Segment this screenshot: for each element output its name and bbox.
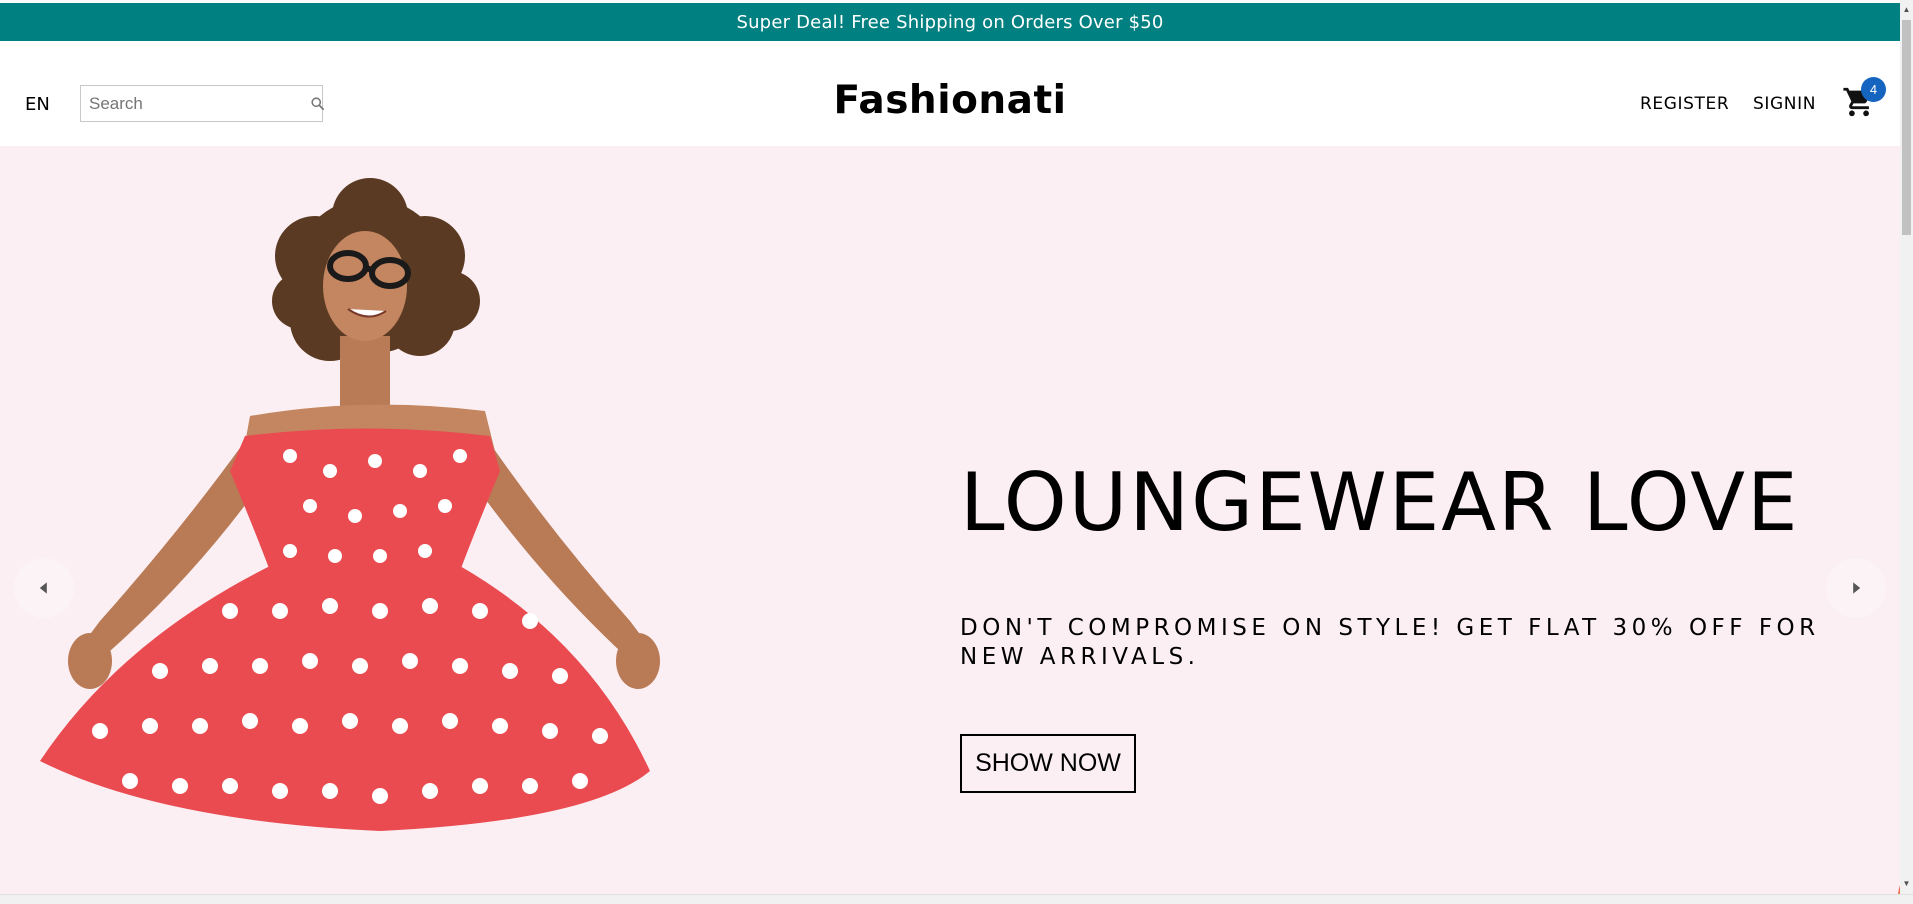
- chevron-left-icon: [39, 582, 47, 594]
- signin-link[interactable]: SIGNIN: [1753, 94, 1816, 114]
- hero-description: DON'T COMPROMISE ON STYLE! GET FLAT 30% …: [960, 615, 1820, 670]
- announcement-text: Super Deal! Free Shipping on Orders Over…: [736, 11, 1164, 33]
- scrollbar-thumb[interactable]: [1902, 20, 1911, 235]
- search-icon[interactable]: [310, 95, 325, 113]
- navbar: EN Fashionati REGISTER SIGNIN 4: [0, 41, 1900, 146]
- hero-slider: LOUNGEWEAR LOVE DON'T COMPROMISE ON STYL…: [0, 146, 1913, 904]
- register-link[interactable]: REGISTER: [1640, 94, 1729, 114]
- site-logo[interactable]: Fashionati: [834, 78, 1067, 123]
- slider-prev-button[interactable]: [14, 558, 74, 618]
- scroll-up-arrow-icon[interactable]: ▲: [1902, 3, 1911, 15]
- hero-image: [40, 178, 660, 831]
- bottom-bar: [0, 894, 1913, 904]
- slider-next-button[interactable]: [1826, 558, 1886, 618]
- hero-title: LOUNGEWEAR LOVE: [960, 456, 1800, 549]
- vertical-scrollbar[interactable]: ▲ ▼: [1900, 0, 1913, 894]
- search-input[interactable]: [89, 93, 310, 114]
- cart-count-badge: 4: [1861, 77, 1886, 102]
- language-selector[interactable]: EN: [25, 94, 50, 115]
- announcement-bar: Super Deal! Free Shipping on Orders Over…: [0, 3, 1900, 41]
- chevron-right-icon: [1853, 582, 1861, 594]
- show-now-button[interactable]: SHOW NOW: [960, 734, 1136, 793]
- scroll-down-arrow-icon[interactable]: ▼: [1902, 877, 1911, 889]
- page: Super Deal! Free Shipping on Orders Over…: [0, 0, 1913, 904]
- search-box[interactable]: [80, 85, 325, 122]
